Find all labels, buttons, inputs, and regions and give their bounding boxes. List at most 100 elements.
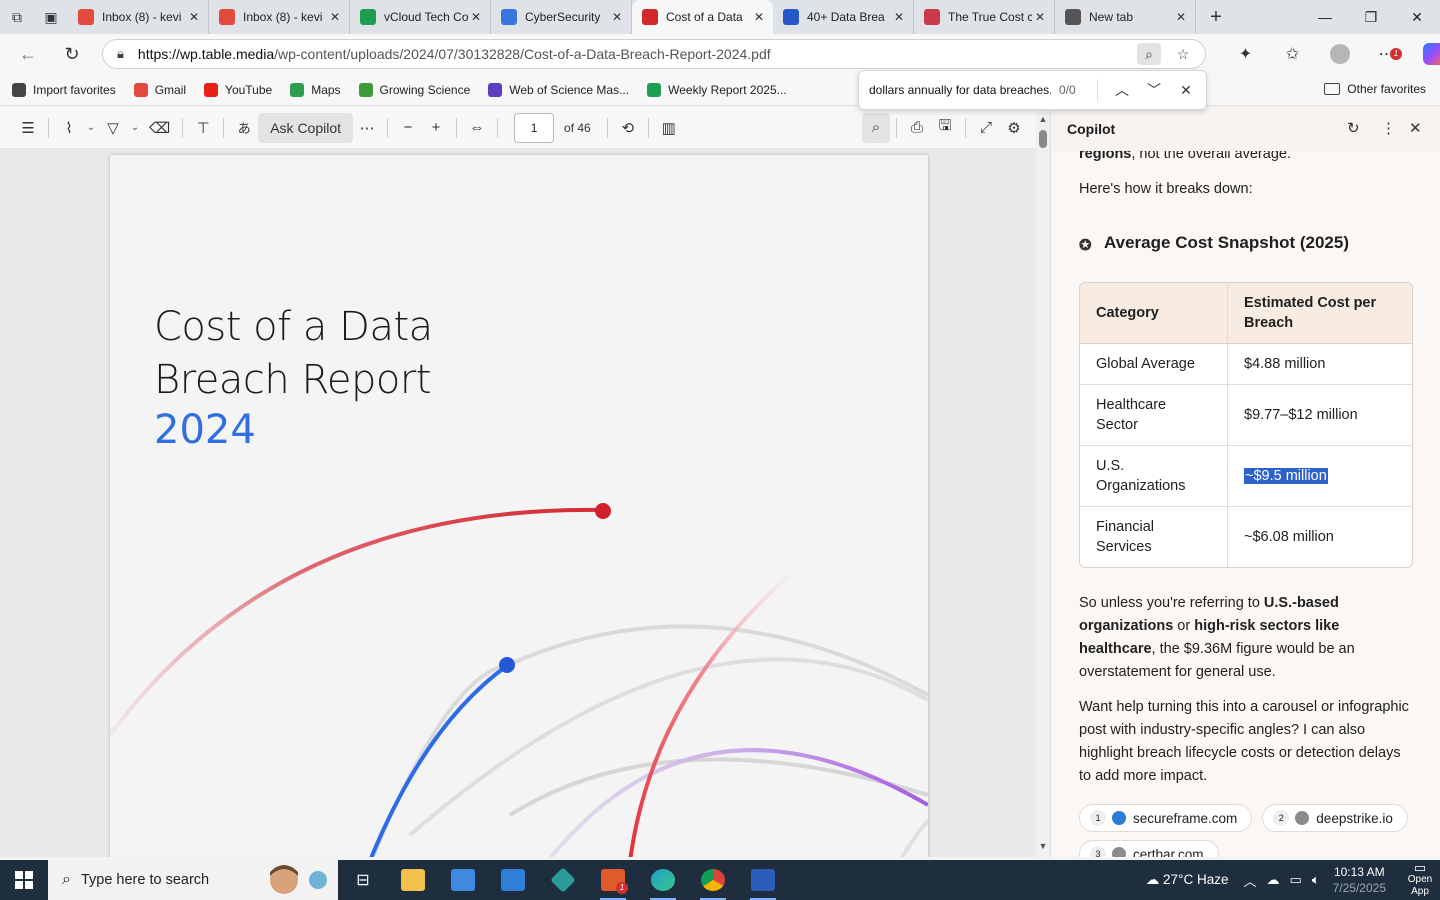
page-view-icon[interactable]: ▥ [655, 113, 683, 143]
pdf-scrollbar[interactable]: ▲ ▼ [1036, 112, 1050, 857]
close-window-icon[interactable]: ✕ [1394, 9, 1440, 26]
tab[interactable]: Inbox (8) - kevi ✕ [68, 0, 209, 34]
app-diamond-icon[interactable] [538, 860, 588, 900]
highlight-icon[interactable]: ⌇ [55, 113, 83, 143]
draw-dropdown-icon[interactable]: ⌄ [127, 113, 143, 143]
onedrive-icon[interactable]: ☁︎ [1267, 872, 1280, 888]
more-tools-icon[interactable]: ⋯ [353, 113, 381, 143]
clock[interactable]: 10:13 AM 7/25/2025 [1333, 864, 1386, 896]
contents-icon[interactable]: ☰ [14, 113, 42, 143]
other-favorites[interactable]: Other favorites [1324, 82, 1426, 96]
favorite-item[interactable]: Maps [290, 82, 341, 97]
start-button[interactable] [0, 860, 48, 900]
tab-close-icon[interactable]: ✕ [891, 10, 907, 24]
task-view-icon[interactable]: ⊟ [338, 860, 388, 900]
new-tab-button[interactable]: + [1196, 6, 1236, 29]
tab[interactable]: The True Cost c ✕ [914, 0, 1055, 34]
back-icon[interactable]: ← [6, 44, 50, 65]
favorites-icon[interactable]: ✩ [1269, 44, 1316, 64]
highlight-dropdown-icon[interactable]: ⌄ [83, 113, 99, 143]
copilot-more-icon[interactable]: ⋮ [1381, 119, 1396, 137]
pdf-viewer[interactable]: Cost of a Data Breach Report 2024 [0, 149, 1036, 857]
favorite-label: Growing Science [379, 82, 471, 97]
find-input[interactable]: dollars annually for data breaches. [869, 83, 1051, 97]
tray-chevron-icon[interactable]: ︿ [1243, 871, 1256, 890]
tab[interactable]: CyberSecurity ✕ [491, 0, 632, 34]
add-text-icon[interactable]: ⊤ [189, 113, 217, 143]
pdf-search-icon[interactable]: ⌕ [862, 112, 890, 143]
scroll-thumb[interactable] [1039, 130, 1047, 148]
find-close-icon[interactable]: ✕ [1170, 82, 1202, 99]
copilot-refresh-icon[interactable]: ↻ [1347, 119, 1360, 137]
tab[interactable]: Inbox (8) - kevi ✕ [209, 0, 350, 34]
volume-icon[interactable]: 🔈︎ [1312, 872, 1320, 888]
read-aloud-icon[interactable]: あ [230, 113, 258, 143]
pdf-settings-icon[interactable]: ⚙ [1000, 113, 1028, 143]
store-icon[interactable] [438, 860, 488, 900]
scroll-up-icon[interactable]: ▲ [1036, 114, 1050, 124]
find-previous-icon[interactable]: ︿ [1106, 80, 1138, 100]
rotate-icon[interactable]: ⟲ [614, 113, 642, 143]
scroll-down-icon[interactable]: ▼ [1036, 841, 1050, 851]
ask-copilot-button[interactable]: Ask Copilot [258, 112, 354, 143]
tab[interactable]: Cost of a Data ✕ [632, 0, 773, 34]
fullscreen-icon[interactable]: ⤢ [972, 113, 1000, 143]
citation-chip[interactable]: 2 deepstrike.io [1262, 804, 1408, 832]
favorite-item[interactable]: Gmail [133, 82, 186, 97]
favorite-item[interactable]: Import favorites [12, 82, 116, 97]
find-in-page-icon[interactable]: ⌕ [1137, 43, 1161, 65]
restore-icon[interactable]: ❐ [1348, 9, 1394, 26]
address-bar[interactable]: 🔒︎ https://wp.table.media/wp-content/upl… [102, 39, 1206, 69]
chrome-icon[interactable] [688, 860, 738, 900]
erase-icon[interactable]: ⌫ [143, 113, 176, 143]
tab[interactable]: 40+ Data Brea ✕ [773, 0, 914, 34]
zoom-icon[interactable]: 1 [588, 860, 638, 900]
favorite-item[interactable]: Weekly Report 2025... [647, 82, 787, 97]
tab[interactable]: New tab ✕ [1055, 0, 1196, 34]
tab-close-icon[interactable]: ✕ [1032, 10, 1048, 24]
copilot-icon[interactable] [1410, 43, 1440, 65]
extensions-icon[interactable]: ✦ [1222, 44, 1269, 64]
profile-avatar[interactable] [1316, 44, 1363, 64]
page-number-input[interactable]: 1 [514, 112, 555, 143]
table-row: U.S. Organizations ~$9.5 million [1080, 446, 1412, 507]
settings-more-icon[interactable]: ⋯ 1 [1363, 44, 1410, 64]
url-text[interactable]: https://wp.table.media/wp-content/upload… [138, 46, 771, 62]
fit-page-icon[interactable]: ⇔ [463, 113, 491, 143]
taskbar-search[interactable]: ⌕ Type here to search [48, 860, 338, 900]
vertical-tabs-icon[interactable]: ▣ [34, 0, 68, 34]
minimize-icon[interactable]: — [1302, 9, 1348, 26]
favorite-item[interactable]: Web of Science Mas... [488, 82, 629, 97]
tab-close-icon[interactable]: ✕ [609, 10, 625, 24]
save-icon[interactable]: 🖫︎ [931, 113, 959, 143]
print-icon[interactable]: ⎙ [903, 113, 931, 143]
weather-widget[interactable]: ☁︎ 27°C Haze [1146, 872, 1229, 888]
favorite-item[interactable]: Growing Science [358, 82, 471, 97]
favorite-star-icon[interactable]: ☆ [1171, 43, 1195, 65]
word-icon[interactable] [738, 860, 788, 900]
file-explorer-icon[interactable] [388, 860, 438, 900]
mail-icon[interactable] [488, 860, 538, 900]
find-next-icon[interactable]: ﹀ [1138, 80, 1170, 100]
citation-chip[interactable]: 3 certbar.com [1079, 840, 1219, 857]
tab-close-icon[interactable]: ✕ [327, 10, 343, 24]
citation-label: deepstrike.io [1316, 810, 1393, 826]
favorite-item[interactable]: YouTube [204, 82, 272, 97]
page-info-icon[interactable]: 🔒︎ [117, 46, 124, 62]
tab-close-icon[interactable]: ✕ [186, 10, 202, 24]
zoom-in-icon[interactable]: + [422, 113, 450, 143]
draw-icon[interactable]: ▽ [99, 113, 127, 143]
edge-icon[interactable] [638, 860, 688, 900]
notification-center[interactable]: ▭ Open App [1400, 861, 1440, 898]
tab-close-icon[interactable]: ✕ [468, 10, 484, 24]
tab[interactable]: vCloud Tech Co ✕ [350, 0, 491, 34]
copilot-close-icon[interactable]: ✕ [1409, 119, 1422, 137]
tab-close-icon[interactable]: ✕ [751, 10, 767, 24]
tab-close-icon[interactable]: ✕ [1173, 10, 1189, 24]
tab-title: Cost of a Data [666, 10, 743, 24]
workspaces-icon[interactable]: ⧉ [0, 0, 34, 34]
refresh-icon[interactable]: ↻ [50, 44, 94, 65]
citation-chip[interactable]: 1 secureframe.com [1079, 804, 1253, 832]
zoom-out-icon[interactable]: − [394, 113, 422, 143]
network-icon[interactable]: ▭ [1290, 872, 1302, 888]
